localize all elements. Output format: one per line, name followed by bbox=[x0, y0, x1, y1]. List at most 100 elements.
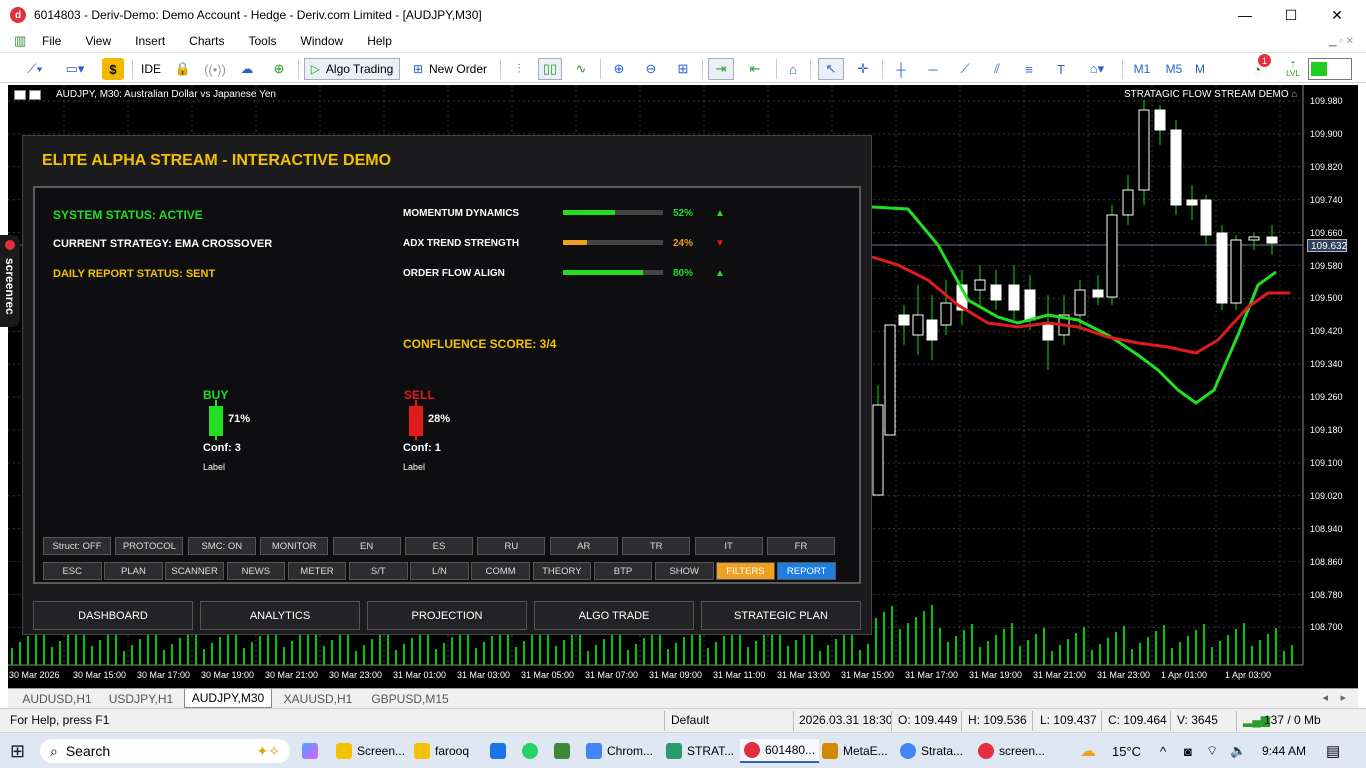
taskbar-app-farooq[interactable]: farooq bbox=[414, 739, 469, 763]
nav-button[interactable]: PROJECTION bbox=[367, 601, 527, 630]
grid-button[interactable]: MONITOR bbox=[260, 537, 329, 555]
symbol-tab[interactable]: USDJPY,H1 bbox=[104, 689, 178, 708]
lock-icon[interactable]: 🔒 bbox=[172, 58, 194, 80]
shapes-icon[interactable]: ⌂▾ bbox=[1080, 58, 1114, 80]
tray-camera-icon[interactable]: ◙ bbox=[1184, 739, 1192, 763]
ide-button[interactable]: IDE bbox=[138, 58, 164, 80]
nav-button[interactable]: ANALYTICS bbox=[200, 601, 360, 630]
vertical-line-icon[interactable]: ┼ bbox=[890, 58, 912, 80]
menu-insert[interactable]: Insert bbox=[123, 34, 177, 48]
grid-button[interactable]: FILTERS bbox=[716, 562, 775, 580]
temperature[interactable]: 15°C bbox=[1112, 739, 1141, 763]
fibonacci-icon[interactable]: ≡ bbox=[1018, 58, 1040, 80]
grid-button[interactable]: METER bbox=[287, 562, 347, 580]
line-chart-icon[interactable]: ⟋▾ bbox=[18, 58, 52, 80]
symbol-tab[interactable]: AUDUSD,H1 bbox=[16, 689, 98, 708]
timeframe-m1-button[interactable]: M1 bbox=[1130, 58, 1154, 80]
taskbar-app-screenrec[interactable]: screen... bbox=[978, 739, 1045, 763]
nav-button[interactable]: STRATEGIC PLAN bbox=[701, 601, 861, 630]
taskbar-app-metaeditor[interactable]: MetaE... bbox=[822, 739, 888, 763]
menu-charts[interactable]: Charts bbox=[177, 34, 236, 48]
copilot-icon[interactable] bbox=[302, 739, 324, 763]
notification-icon[interactable]: ◔ 1 bbox=[1246, 54, 1271, 80]
grid-button[interactable]: BTP bbox=[593, 562, 653, 580]
symbol-tab[interactable]: AUDJPY,M30 bbox=[184, 689, 272, 708]
menu-tools[interactable]: Tools bbox=[237, 34, 289, 48]
outlook-icon[interactable] bbox=[490, 739, 512, 763]
market-dollar-icon[interactable]: $ bbox=[102, 58, 124, 80]
mdi-controls-icon[interactable]: ▁ ▫ ✕ bbox=[1329, 36, 1354, 47]
profile-name[interactable]: Default bbox=[671, 713, 709, 727]
grid-button[interactable]: SMC: ON bbox=[187, 537, 256, 555]
chart-shift-icon[interactable]: ⇤ bbox=[742, 58, 768, 80]
crosshair-icon[interactable]: ✛ bbox=[852, 58, 874, 80]
chart-window-icon[interactable]: ▭▾ bbox=[58, 58, 92, 80]
signal-radio-icon[interactable]: ((•)) bbox=[204, 58, 226, 80]
minimize-button[interactable]: — bbox=[1222, 0, 1268, 30]
grid-button[interactable]: TR bbox=[622, 537, 691, 555]
vps-globe-icon[interactable]: ⊕ bbox=[268, 58, 290, 80]
maximize-button[interactable]: ☐ bbox=[1268, 0, 1314, 30]
tab-scroll-right-icon[interactable]: ▸ bbox=[1340, 691, 1346, 704]
grid-button[interactable]: RU bbox=[477, 537, 546, 555]
grid-button[interactable]: AR bbox=[549, 537, 618, 555]
grid-button[interactable]: PLAN bbox=[104, 562, 163, 580]
grid-button[interactable]: THEORY bbox=[532, 562, 592, 580]
grid-button[interactable]: ESC bbox=[43, 562, 102, 580]
taskbar-app-strat[interactable]: STRAT... bbox=[666, 739, 734, 763]
grid-button[interactable]: REPORT bbox=[777, 562, 836, 580]
line-graph-icon[interactable]: ∿ bbox=[570, 58, 592, 80]
close-button[interactable]: ✕ bbox=[1314, 0, 1360, 30]
algo-trading-button[interactable]: ▷ Algo Trading bbox=[304, 58, 400, 80]
grid-button[interactable]: L/N bbox=[410, 562, 469, 580]
screenshot-camera-icon[interactable]: ⌂ bbox=[782, 58, 804, 80]
new-order-button[interactable]: ⊞ New Order bbox=[408, 58, 492, 80]
menu-file[interactable]: File bbox=[30, 34, 73, 48]
bar-chart-icon[interactable]: ⫶ bbox=[508, 58, 530, 80]
autoscroll-icon[interactable]: ⇥ bbox=[708, 58, 734, 80]
taskbar-app-deriv[interactable]: 601480... bbox=[740, 739, 820, 763]
whatsapp-icon[interactable] bbox=[522, 739, 544, 763]
grid-button[interactable]: ES bbox=[405, 537, 473, 555]
chart-calendar-icon[interactable] bbox=[29, 90, 41, 100]
text-tool-icon[interactable]: T bbox=[1050, 58, 1072, 80]
weather-icon[interactable]: ☁ bbox=[1080, 739, 1096, 763]
grid-button[interactable]: IT bbox=[694, 537, 763, 555]
taskbar-app-chrome[interactable]: Chrom... bbox=[586, 739, 653, 763]
menu-help[interactable]: Help bbox=[355, 34, 404, 48]
taskbar-app-strata[interactable]: Strata... bbox=[900, 739, 963, 763]
tray-chevron-icon[interactable]: ^ bbox=[1160, 739, 1166, 763]
tile-windows-icon[interactable]: ⊞ bbox=[672, 58, 694, 80]
tab-scroll-left-icon[interactable]: ◂ bbox=[1322, 691, 1328, 704]
volume-icon[interactable]: 🔈 bbox=[1230, 739, 1246, 763]
grid-button[interactable]: EN bbox=[332, 537, 401, 555]
grid-button[interactable]: FR bbox=[767, 537, 835, 555]
nav-button[interactable]: DASHBOARD bbox=[33, 601, 193, 630]
trendline-icon[interactable]: ⟋ bbox=[954, 58, 976, 80]
chart-list-icon[interactable] bbox=[14, 90, 26, 100]
grid-button[interactable]: SCANNER bbox=[165, 562, 224, 580]
taskbar-search[interactable]: ⌕ Search ✦✧ bbox=[40, 739, 290, 763]
grid-button[interactable]: SHOW bbox=[655, 562, 714, 580]
clock[interactable]: 9:44 AM bbox=[1262, 739, 1306, 763]
zoom-out-icon[interactable]: ⊖ bbox=[640, 58, 662, 80]
menu-view[interactable]: View bbox=[73, 34, 123, 48]
symbol-tab[interactable]: XAUUSD,H1 bbox=[278, 689, 358, 708]
grid-button[interactable]: COMM bbox=[471, 562, 530, 580]
cloud-icon[interactable]: ☁ bbox=[236, 58, 258, 80]
cursor-icon[interactable]: ↖ bbox=[818, 58, 844, 80]
app-icon[interactable] bbox=[554, 739, 576, 763]
notification-center-icon[interactable]: ▤ bbox=[1326, 739, 1340, 763]
grid-button[interactable]: Struct: OFF bbox=[43, 537, 111, 555]
grid-button[interactable]: S/T bbox=[349, 562, 408, 580]
network-icon[interactable]: ⌔ bbox=[1206, 739, 1218, 763]
taskbar-app-screen[interactable]: Screen... bbox=[336, 739, 405, 763]
zoom-in-icon[interactable]: ⊕ bbox=[608, 58, 630, 80]
timeframe-m-button[interactable]: M bbox=[1192, 58, 1208, 80]
timeframe-m5-button[interactable]: M5 bbox=[1162, 58, 1186, 80]
horizontal-line-icon[interactable]: ─ bbox=[922, 58, 944, 80]
grid-button[interactable]: PROTOCOL bbox=[115, 537, 184, 555]
symbol-tab[interactable]: GBPUSD,M15 bbox=[364, 689, 456, 708]
windows-start-icon[interactable]: ⊞ bbox=[10, 739, 32, 763]
grid-button[interactable]: NEWS bbox=[226, 562, 286, 580]
